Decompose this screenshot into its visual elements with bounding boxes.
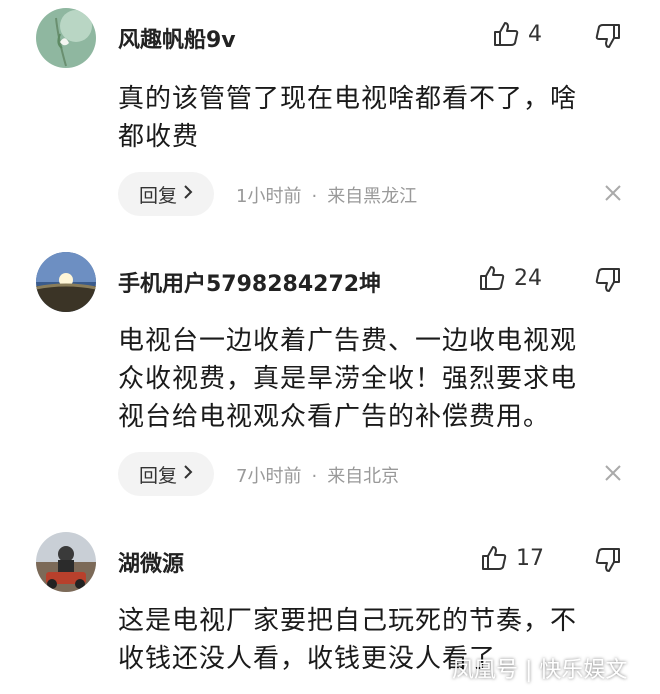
comment-meta: 回复 1小时前 · 来自黑龙江 bbox=[118, 172, 638, 216]
comment-meta: 回复 7小时前 · 来自北京 bbox=[118, 452, 638, 496]
meta-info: 7小时前 · 来自北京 bbox=[236, 462, 399, 488]
comment-item: 手机用户5798284272坤 24 电视台一边收着广告费、一边收电视观 众收视… bbox=[0, 236, 660, 520]
reply-button[interactable]: 回复 bbox=[118, 172, 214, 216]
dislike-button[interactable] bbox=[594, 266, 622, 294]
chevron-right-icon bbox=[183, 183, 193, 205]
thumbs-up-icon bbox=[478, 264, 506, 292]
reply-button[interactable]: 回复 bbox=[118, 452, 214, 496]
reply-label: 回复 bbox=[138, 464, 177, 487]
like-count: 17 bbox=[516, 545, 544, 571]
watermark: 凤凰号 | 快乐娱文 bbox=[452, 658, 628, 683]
like-button[interactable]: 24 bbox=[478, 264, 542, 292]
separator: · bbox=[311, 466, 318, 487]
comment-text: 电视台一边收着广告费、一边收电视观 众收视费，真是旱涝全收！强烈要求电 视台给电… bbox=[118, 322, 628, 436]
location: 来自北京 bbox=[327, 466, 400, 487]
comment-text: 真的该管管了现在电视啥都看不了，啥 都收费 bbox=[118, 80, 628, 156]
avatar[interactable] bbox=[36, 8, 96, 68]
thumbs-up-icon bbox=[480, 544, 508, 572]
close-icon[interactable] bbox=[604, 464, 622, 486]
dislike-button[interactable] bbox=[594, 22, 622, 50]
like-button[interactable]: 4 bbox=[492, 20, 542, 48]
avatar[interactable] bbox=[36, 252, 96, 312]
thumbs-up-icon bbox=[492, 20, 520, 48]
timestamp: 1小时前 bbox=[236, 186, 302, 207]
timestamp: 7小时前 bbox=[236, 466, 302, 487]
comment-line: 电视台一边收着广告费、一边收电视观 bbox=[118, 326, 578, 356]
thumbs-down-icon bbox=[594, 266, 622, 294]
like-button[interactable]: 17 bbox=[480, 544, 544, 572]
comment-line: 真的该管管了现在电视啥都看不了，啥 bbox=[118, 84, 578, 114]
comment-line: 这是电视厂家要把自己玩死的节奏，不 bbox=[118, 606, 578, 636]
dislike-button[interactable] bbox=[594, 546, 622, 574]
separator: · bbox=[311, 186, 318, 207]
chevron-right-icon bbox=[183, 463, 193, 485]
meta-info: 1小时前 · 来自黑龙江 bbox=[236, 182, 417, 208]
username[interactable]: 湖微源 bbox=[118, 546, 184, 578]
thumbs-down-icon bbox=[594, 22, 622, 50]
username[interactable]: 手机用户5798284272坤 bbox=[118, 266, 381, 298]
avatar[interactable] bbox=[36, 532, 96, 592]
username[interactable]: 风趣帆船9v bbox=[118, 22, 236, 54]
close-icon[interactable] bbox=[604, 184, 622, 206]
comment-line: 都收费 bbox=[118, 122, 200, 152]
comment-line: 视台给电视观众看广告的补偿费用。 bbox=[118, 402, 551, 432]
like-count: 4 bbox=[528, 21, 542, 47]
comment-line: 众收视费，真是旱涝全收！强烈要求电 bbox=[118, 364, 578, 394]
comment-item: 风趣帆船9v 4 真的该管管了现在电视啥都看不了，啥 都收费 回复 1小时前 · 来… bbox=[0, 0, 660, 236]
location: 来自黑龙江 bbox=[327, 186, 418, 207]
like-count: 24 bbox=[514, 265, 542, 291]
thumbs-down-icon bbox=[594, 546, 622, 574]
reply-label: 回复 bbox=[138, 184, 177, 207]
